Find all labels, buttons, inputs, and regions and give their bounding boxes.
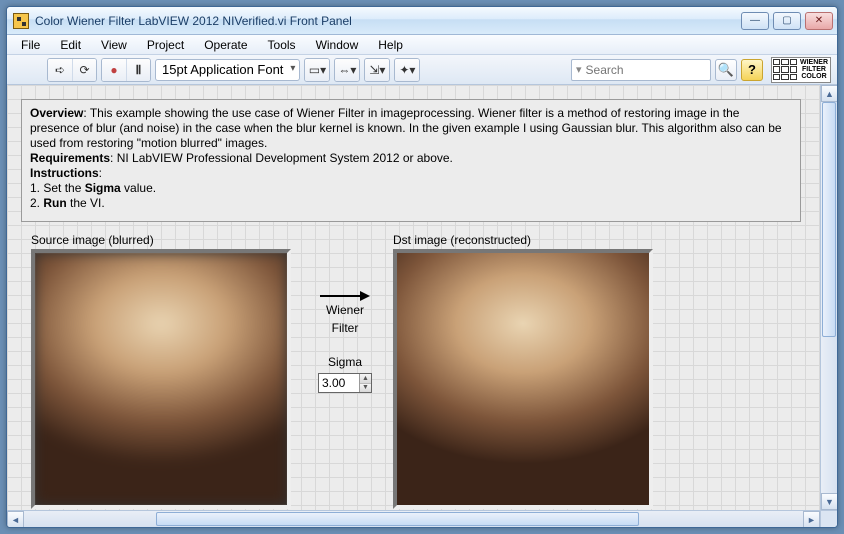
run-group: ➪ ⟳: [47, 58, 97, 82]
app-icon: [13, 13, 29, 29]
requirements-heading: Requirements: [30, 151, 110, 165]
dest-image-panel[interactable]: [393, 249, 653, 509]
sigma-control[interactable]: ▲ ▼: [318, 373, 372, 393]
dest-image: [397, 253, 649, 505]
middle-column: Wiener Filter Sigma ▲ ▼: [305, 291, 385, 393]
instructions-heading: Instructions: [30, 166, 99, 180]
arrow-icon: [305, 291, 385, 301]
pause-button[interactable]: Ⅱ: [126, 59, 150, 81]
scroll-down-icon[interactable]: ▼: [821, 493, 838, 510]
run-button[interactable]: ➪: [48, 59, 72, 81]
toolbar: ➪ ⟳ ● Ⅱ 15pt Application Font ▭▾ ⇔▾ ⇲▾ ✦…: [7, 55, 837, 85]
scroll-left-icon[interactable]: ◄: [7, 511, 24, 528]
sigma-label: Sigma: [305, 355, 385, 369]
resize-group: ⇲▾: [364, 58, 390, 82]
scroll-right-icon[interactable]: ►: [803, 511, 820, 528]
search-caret-icon: ▾: [576, 63, 582, 76]
front-panel-canvas[interactable]: Overview: This example showing the use c…: [7, 85, 820, 510]
distribute-group: ⇔▾: [334, 58, 360, 82]
sigma-input[interactable]: [319, 374, 359, 392]
spin-down-icon[interactable]: ▼: [360, 384, 371, 393]
vi-icon[interactable]: WIENER FILTER COLOR: [771, 57, 831, 83]
maximize-button[interactable]: ▢: [773, 12, 801, 30]
align-button[interactable]: ▭▾: [305, 59, 329, 81]
source-image-panel[interactable]: [31, 249, 291, 509]
overview-heading: Overview: [30, 106, 83, 120]
requirements-text: : NI LabVIEW Professional Development Sy…: [110, 151, 453, 165]
wiener-label-2: Filter: [305, 321, 385, 335]
search-input[interactable]: [584, 62, 706, 78]
scroll-up-icon[interactable]: ▲: [821, 85, 838, 102]
reorder-group: ✦▾: [394, 58, 420, 82]
hscroll-track[interactable]: [24, 511, 803, 527]
spin-up-icon[interactable]: ▲: [360, 374, 371, 384]
menu-bar: File Edit View Project Operate Tools Win…: [7, 35, 837, 55]
scroll-corner: [820, 511, 837, 527]
menu-tools[interactable]: Tools: [258, 36, 306, 54]
distribute-button[interactable]: ⇔▾: [335, 59, 359, 81]
app-window: Color Wiener Filter LabVIEW 2012 NIVerif…: [6, 6, 838, 528]
resize-button[interactable]: ⇲▾: [365, 59, 389, 81]
abort-button[interactable]: ●: [102, 59, 126, 81]
font-selector[interactable]: 15pt Application Font: [155, 59, 300, 81]
window-title: Color Wiener Filter LabVIEW 2012 NIVerif…: [35, 14, 741, 28]
search-icon[interactable]: 🔍: [715, 59, 737, 81]
menu-view[interactable]: View: [91, 36, 137, 54]
wiener-label-1: Wiener: [305, 303, 385, 317]
description-panel: Overview: This example showing the use c…: [21, 99, 801, 222]
menu-file[interactable]: File: [11, 36, 50, 54]
menu-help[interactable]: Help: [368, 36, 413, 54]
menu-window[interactable]: Window: [306, 36, 369, 54]
font-label: 15pt Application Font: [162, 62, 283, 77]
horizontal-scrollbar[interactable]: ◄ ►: [7, 510, 837, 527]
search-box[interactable]: ▾: [571, 59, 711, 81]
window-buttons: — ▢ ✕: [741, 12, 833, 30]
sigma-spinner[interactable]: ▲ ▼: [359, 374, 371, 392]
dest-image-label: Dst image (reconstructed): [393, 233, 531, 247]
content-area: Overview: This example showing the use c…: [7, 85, 837, 510]
vertical-scrollbar[interactable]: ▲ ▼: [820, 85, 837, 510]
close-button[interactable]: ✕: [805, 12, 833, 30]
reorder-button[interactable]: ✦▾: [395, 59, 419, 81]
hscroll-thumb[interactable]: [156, 512, 639, 526]
menu-project[interactable]: Project: [137, 36, 194, 54]
menu-edit[interactable]: Edit: [50, 36, 91, 54]
vscroll-track[interactable]: [821, 102, 837, 493]
vscroll-thumb[interactable]: [822, 102, 836, 337]
source-image: [35, 253, 287, 505]
stop-group: ● Ⅱ: [101, 58, 151, 82]
titlebar[interactable]: Color Wiener Filter LabVIEW 2012 NIVerif…: [7, 7, 837, 35]
minimize-button[interactable]: —: [741, 12, 769, 30]
overview-text: : This example showing the use case of W…: [30, 106, 782, 150]
help-button[interactable]: ?: [741, 59, 763, 81]
menu-operate[interactable]: Operate: [194, 36, 257, 54]
align-group: ▭▾: [304, 58, 330, 82]
vi-icon-text: WIENER FILTER COLOR: [798, 58, 830, 82]
source-image-label: Source image (blurred): [31, 233, 154, 247]
run-continuous-button[interactable]: ⟳: [72, 59, 96, 81]
